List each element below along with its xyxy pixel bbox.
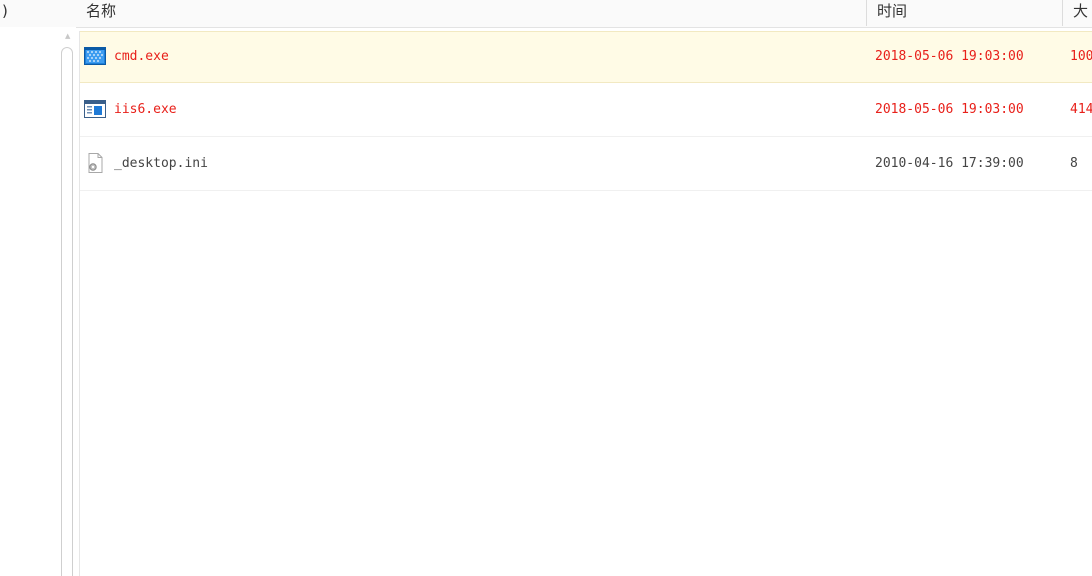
size-column-header[interactable]: 大 <box>1073 0 1088 26</box>
navigation-pane <box>0 27 60 576</box>
file-browser: ) 名称 时间 大 ▲ cmd.exe 2018-05-06 19:03:00 … <box>0 0 1092 576</box>
scrollbar-thumb[interactable] <box>61 47 73 576</box>
column-header-bar: ) 名称 时间 大 <box>0 0 1092 28</box>
settings-file-icon <box>84 153 106 173</box>
file-row-desktop-ini[interactable]: _desktop.ini 2010-04-16 17:39:00 8 <box>80 139 1092 191</box>
file-size: 100 <box>1070 49 1092 64</box>
file-row-iis6-exe[interactable]: iis6.exe 2018-05-06 19:03:00 414 <box>80 85 1092 137</box>
name-column-header[interactable]: 名称 <box>86 0 116 26</box>
file-name[interactable]: cmd.exe <box>114 49 169 65</box>
scroll-up-arrow-icon[interactable]: ▲ <box>65 33 70 40</box>
file-list: cmd.exe 2018-05-06 19:03:00 100 iis6.exe… <box>79 31 1092 576</box>
time-column-header[interactable]: 时间 <box>877 0 907 26</box>
exe-icon <box>84 47 106 65</box>
exe-window-icon <box>84 100 106 118</box>
vertical-scrollbar[interactable]: ▲ <box>60 27 76 576</box>
file-name[interactable]: iis6.exe <box>114 102 177 118</box>
file-time: 2018-05-06 19:03:00 <box>875 102 1024 117</box>
file-size: 8 <box>1070 156 1078 171</box>
column-separator[interactable] <box>1062 0 1063 26</box>
file-time: 2010-04-16 17:39:00 <box>875 156 1024 171</box>
file-time: 2018-05-06 19:03:00 <box>875 49 1024 64</box>
column-separator[interactable] <box>866 0 867 26</box>
left-column-header-fragment[interactable]: ) <box>2 0 8 26</box>
file-name[interactable]: _desktop.ini <box>114 156 208 172</box>
file-row-cmd-exe[interactable]: cmd.exe 2018-05-06 19:03:00 100 <box>80 31 1092 83</box>
file-size: 414 <box>1070 102 1092 117</box>
